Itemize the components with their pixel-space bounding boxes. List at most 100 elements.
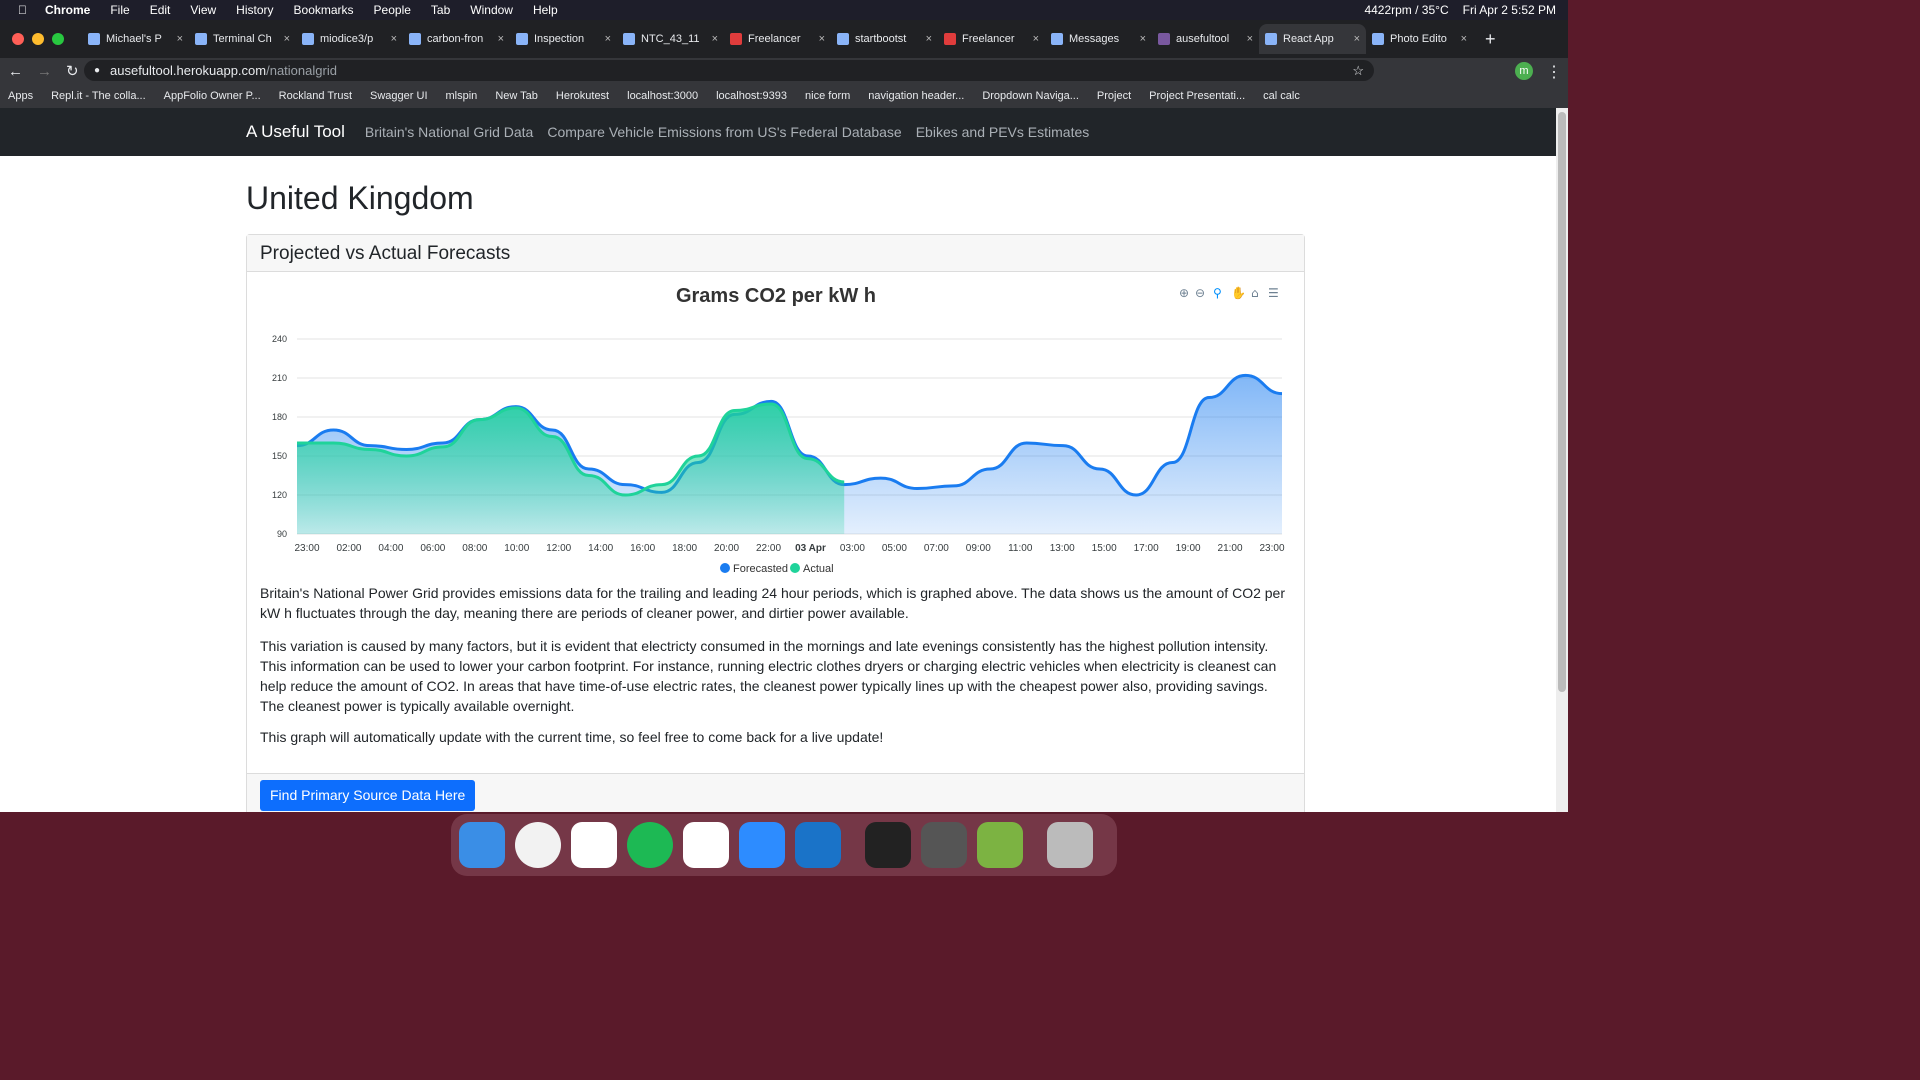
- close-tab-icon[interactable]: ×: [1354, 33, 1360, 45]
- bookmark-item[interactable]: AppFolio Owner P...: [164, 90, 261, 102]
- react-icon: [1265, 33, 1277, 45]
- browser-tab[interactable]: startbootst ×: [831, 24, 938, 54]
- browser-tab[interactable]: Freelancer ×: [724, 24, 831, 54]
- menu-tab[interactable]: Tab: [431, 3, 450, 17]
- bookmark-item[interactable]: Dropdown Naviga...: [982, 90, 1079, 102]
- slack-icon[interactable]: [683, 822, 729, 868]
- menu-kebab-icon[interactable]: ⋮: [1546, 62, 1562, 82]
- tab-favicon-icon: [88, 33, 100, 45]
- menu-file[interactable]: File: [110, 3, 129, 17]
- back-icon[interactable]: ←: [8, 63, 23, 80]
- browser-tab[interactable]: Terminal Ch ×: [189, 24, 296, 54]
- trash-icon[interactable]: [1047, 822, 1093, 868]
- menu-hamburger-icon[interactable]: ☰: [1268, 286, 1279, 300]
- menu-window[interactable]: Window: [470, 3, 513, 17]
- tab-title: NTC_43_11: [641, 33, 700, 45]
- bookmark-star-icon[interactable]: ☆: [1352, 60, 1364, 81]
- finder-icon[interactable]: [459, 822, 505, 868]
- browser-tab[interactable]: Inspection ×: [510, 24, 617, 54]
- vscode-icon[interactable]: [795, 822, 841, 868]
- messages-icon: [1051, 33, 1063, 45]
- browser-tab[interactable]: miodice3/p ×: [296, 24, 403, 54]
- github-icon: [195, 33, 207, 45]
- scrollbar-thumb[interactable]: [1558, 112, 1566, 692]
- bookmark-apps[interactable]: Apps: [8, 90, 33, 102]
- zoom-select-icon[interactable]: ⚲: [1213, 286, 1222, 300]
- browser-tab[interactable]: Michael's P ×: [82, 24, 189, 54]
- browser-tab[interactable]: Photo Edito ×: [1366, 24, 1473, 54]
- chart-title: Grams CO2 per kW h: [676, 285, 876, 307]
- nav-link-vehicle-emissions[interactable]: Compare Vehicle Emissions from US's Fede…: [547, 124, 901, 140]
- page-scrollbar[interactable]: [1556, 108, 1568, 812]
- close-tab-icon[interactable]: ×: [1247, 33, 1253, 45]
- photos-icon[interactable]: [571, 822, 617, 868]
- bookmark-item[interactable]: Project Presentati...: [1149, 90, 1245, 102]
- bookmark-item[interactable]: mlspin: [446, 90, 478, 102]
- menu-history[interactable]: History: [236, 3, 273, 17]
- spotify-icon[interactable]: [627, 822, 673, 868]
- bookmark-item[interactable]: Rockland Trust: [279, 90, 352, 102]
- close-tab-icon[interactable]: ×: [284, 33, 290, 45]
- emissions-chart[interactable]: Grams CO2 per kW h 90 120 150 180 210 240 23:…: [259, 279, 1294, 574]
- brand-link[interactable]: A Useful Tool: [246, 122, 345, 142]
- menu-bookmarks[interactable]: Bookmarks: [294, 3, 354, 17]
- legend-label-actual[interactable]: Actual: [803, 563, 834, 574]
- menu-help[interactable]: Help: [533, 3, 558, 17]
- browser-tab[interactable]: carbon-fron ×: [403, 24, 510, 54]
- close-tab-icon[interactable]: ×: [1461, 33, 1467, 45]
- calculator-icon[interactable]: [921, 822, 967, 868]
- close-tab-icon[interactable]: ×: [605, 33, 611, 45]
- zoom-out-icon[interactable]: ⊖: [1195, 286, 1205, 300]
- browser-tab[interactable]: Messages ×: [1045, 24, 1152, 54]
- zoom-window-icon[interactable]: [52, 33, 64, 45]
- browser-tab[interactable]: NTC_43_11 ×: [617, 24, 724, 54]
- forward-icon[interactable]: →: [37, 63, 52, 80]
- bookmark-item[interactable]: Repl.it - The colla...: [51, 90, 146, 102]
- reload-icon[interactable]: ↻: [66, 62, 79, 80]
- primary-source-button[interactable]: Find Primary Source Data Here: [260, 780, 476, 811]
- zoom-in-icon[interactable]: ⊕: [1179, 286, 1189, 300]
- menu-edit[interactable]: Edit: [150, 3, 171, 17]
- bookmark-item[interactable]: localhost:3000: [627, 90, 698, 102]
- legend-label-forecasted[interactable]: Forecasted: [733, 563, 788, 574]
- browser-tab[interactable]: ausefultool ×: [1152, 24, 1259, 54]
- new-tab-icon[interactable]: +: [1485, 29, 1496, 50]
- address-bar[interactable]: ● ausefultool.herokuapp.com/nationalgrid…: [84, 60, 1374, 81]
- close-tab-icon[interactable]: ×: [926, 33, 932, 45]
- profile-avatar-icon[interactable]: m: [1515, 62, 1533, 80]
- minimize-window-icon[interactable]: [32, 33, 44, 45]
- bookmark-item[interactable]: cal calc: [1263, 90, 1300, 102]
- x-tick-label: 20:00: [714, 543, 739, 554]
- close-tab-icon[interactable]: ×: [498, 33, 504, 45]
- browser-tab[interactable]: Freelancer ×: [938, 24, 1045, 54]
- close-tab-icon[interactable]: ×: [391, 33, 397, 45]
- bookmark-item[interactable]: Swagger UI: [370, 90, 427, 102]
- nav-link-ebikes[interactable]: Ebikes and PEVs Estimates: [916, 124, 1090, 140]
- bookmark-item[interactable]: localhost:9393: [716, 90, 787, 102]
- bookmark-item[interactable]: Herokutest: [556, 90, 609, 102]
- close-tab-icon[interactable]: ×: [177, 33, 183, 45]
- bookmark-item[interactable]: navigation header...: [868, 90, 964, 102]
- close-tab-icon[interactable]: ×: [1140, 33, 1146, 45]
- nav-link-national-grid[interactable]: Britain's National Grid Data: [365, 124, 533, 140]
- bookmark-item[interactable]: New Tab: [495, 90, 538, 102]
- close-tab-icon[interactable]: ×: [1033, 33, 1039, 45]
- reset-home-icon[interactable]: ⌂: [1251, 286, 1259, 300]
- github-icon: [409, 33, 421, 45]
- android-studio-icon[interactable]: [977, 822, 1023, 868]
- datetime[interactable]: Fri Apr 2 5:52 PM: [1463, 3, 1556, 17]
- pan-icon[interactable]: ✋: [1231, 286, 1246, 300]
- close-tab-icon[interactable]: ×: [819, 33, 825, 45]
- browser-tab-active[interactable]: React App ×: [1259, 24, 1366, 54]
- bookmark-item[interactable]: Project: [1097, 90, 1131, 102]
- bookmark-item[interactable]: nice form: [805, 90, 850, 102]
- app-name[interactable]: Chrome: [45, 3, 90, 17]
- menu-view[interactable]: View: [190, 3, 216, 17]
- chrome-icon[interactable]: [515, 822, 561, 868]
- terminal-icon[interactable]: [865, 822, 911, 868]
- apple-icon[interactable]: : [18, 3, 27, 17]
- close-tab-icon[interactable]: ×: [712, 33, 718, 45]
- menu-people[interactable]: People: [374, 3, 411, 17]
- zoom-icon[interactable]: [739, 822, 785, 868]
- close-window-icon[interactable]: [12, 33, 24, 45]
